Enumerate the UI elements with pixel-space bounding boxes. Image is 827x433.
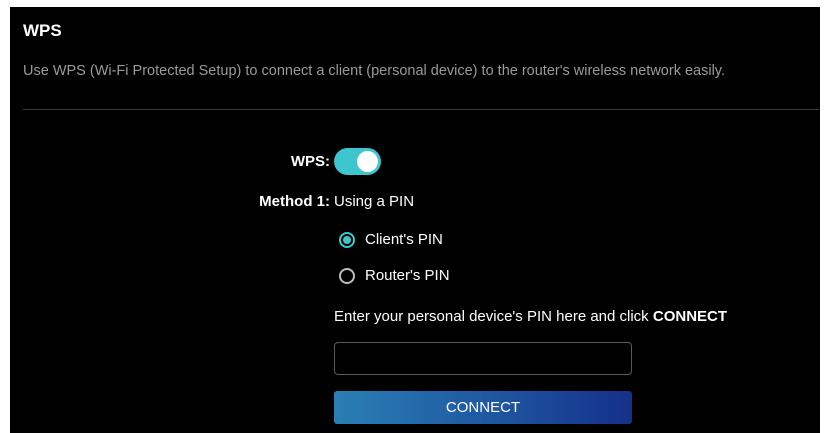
pin-instruction: Enter your personal device's PIN here an…: [334, 308, 727, 325]
radio-unchecked-icon[interactable]: [339, 267, 355, 284]
radio-clients-pin[interactable]: Client's PIN: [339, 231, 443, 248]
radio-label-routers-pin: Router's PIN: [365, 267, 450, 284]
connect-button[interactable]: CONNECT: [334, 391, 632, 424]
pin-instruction-action: CONNECT: [652, 308, 728, 325]
wps-label: WPS:: [290, 153, 330, 170]
page-description: Use WPS (Wi-Fi Protected Setup) to conne…: [23, 63, 725, 79]
wps-settings-panel: WPS Use WPS (Wi-Fi Protected Setup) to c…: [10, 7, 820, 433]
pin-input[interactable]: [334, 342, 632, 375]
wps-toggle[interactable]: [334, 148, 381, 175]
method-label: Method 1:: [259, 193, 330, 210]
radio-routers-pin[interactable]: Router's PIN: [339, 267, 450, 284]
radio-checked-icon[interactable]: [339, 231, 355, 248]
radio-dot: [343, 235, 351, 244]
toggle-knob: [357, 151, 378, 172]
page-title: WPS: [23, 21, 62, 40]
pin-instruction-text: Enter your personal device's PIN here an…: [334, 308, 653, 325]
method-value: Using a PIN: [334, 193, 415, 210]
radio-label-clients-pin: Client's PIN: [365, 231, 443, 248]
divider: [23, 109, 819, 110]
